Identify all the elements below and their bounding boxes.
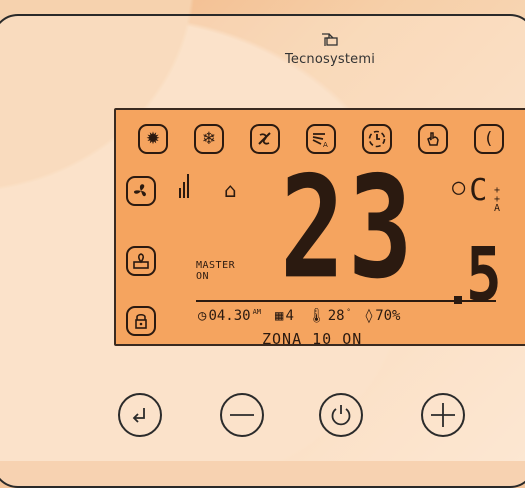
power-button[interactable] [319, 393, 363, 437]
external-temp-display: 🌡 28 ° [308, 308, 351, 324]
extra-top-icon[interactable]: ( [474, 124, 504, 154]
time-display: ◷ 04.30 AM [198, 308, 261, 324]
fan-off-glyph-icon [258, 132, 271, 145]
temperature-unit-letter: C [469, 173, 488, 208]
humidity-drop-icon: ◊ [364, 308, 374, 324]
day-display: ▦ 4 [275, 308, 294, 324]
sun-heat-icon[interactable]: ✹ [138, 124, 168, 154]
lock-glyph-icon [135, 313, 147, 329]
time-suffix: AM [252, 308, 262, 316]
vent-glyph-icon [133, 253, 149, 269]
brand-logo-mark-icon [322, 33, 338, 46]
day-value: 4 [285, 308, 294, 324]
hand-manual-icon[interactable] [418, 124, 448, 154]
signal-strength-icon [179, 172, 191, 198]
brand-logo: Tecnosystemi [0, 32, 525, 67]
auto-indicator: + + A [494, 186, 501, 214]
info-row: ◷ 04.30 AM ▦ 4 🌡 28 ° ◊ 70% [198, 308, 508, 324]
info-divider [196, 300, 496, 302]
lcd-display: ✹ ❄ A ( ⌂ 23 5 ○ C + + A MASTER ON ◷ 04.… [114, 108, 525, 346]
auto-a: A [494, 203, 501, 214]
master-state: ON [196, 271, 210, 282]
temperature-unit: ○ C [452, 173, 488, 208]
fan-speed-icon[interactable] [126, 176, 156, 206]
clock-small-icon: ◷ [198, 308, 207, 324]
minus-button[interactable] [220, 393, 264, 437]
hand-glyph-icon [427, 132, 439, 146]
external-temp-unit: ° [346, 308, 351, 316]
lock-icon[interactable] [126, 306, 156, 336]
plus-button[interactable] [421, 393, 465, 437]
temperature-main: 23 [280, 145, 416, 310]
brand-name: Tecnosystemi [284, 52, 376, 67]
fan-glyph-icon [134, 184, 146, 197]
external-temp-value: 28 [327, 308, 345, 324]
minus-icon [230, 414, 254, 416]
thermometer-icon: 🌡 [307, 308, 326, 324]
plus-icon [431, 403, 455, 427]
master-label: MASTER [196, 260, 236, 271]
snowflake-cool-icon[interactable]: ❄ [194, 124, 224, 154]
ventilation-icon[interactable] [126, 246, 156, 276]
enter-arrow-icon [132, 408, 145, 423]
humidity-display: ◊ 70% [365, 308, 401, 324]
power-icon [331, 405, 351, 426]
home-icon: ⌂ [224, 178, 237, 202]
calendar-icon: ▦ [275, 308, 284, 324]
humidity-value: 70% [375, 308, 401, 324]
enter-button[interactable] [118, 393, 162, 437]
master-status: MASTER ON [196, 260, 235, 282]
fan-off-icon[interactable] [250, 124, 280, 154]
zone-status: ZONA 10 ON [262, 330, 363, 346]
time-value: 04.30 [208, 308, 251, 324]
